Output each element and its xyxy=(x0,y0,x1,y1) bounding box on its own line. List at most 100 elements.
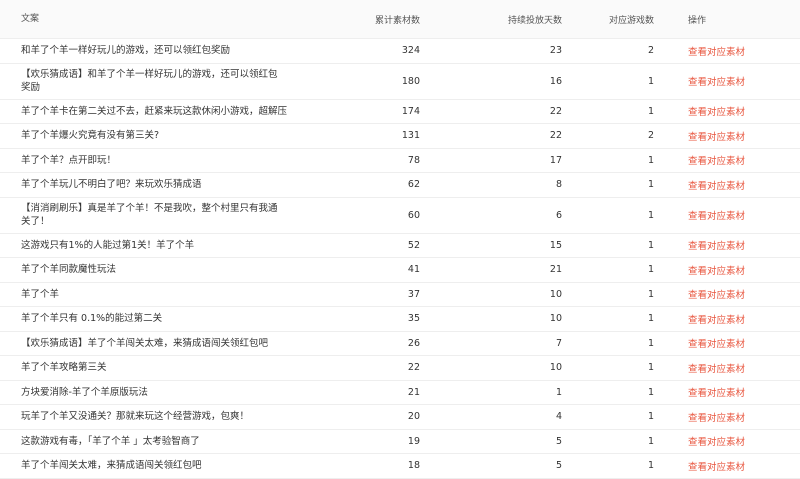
table-row: 这游戏只有1%的人能过第1关！羊了个羊 52 15 1 查看对应素材 xyxy=(0,234,800,258)
header-games[interactable]: 对应游戏数 xyxy=(562,13,654,26)
header-days[interactable]: 持续投放天数 xyxy=(420,13,562,26)
games-count: 1 xyxy=(647,239,654,251)
materials-count: 22 xyxy=(407,362,420,374)
copy-text: 和羊了个羊一样好玩儿的游戏，还可以领红包奖励 xyxy=(21,45,231,57)
days-count: 4 xyxy=(555,411,562,423)
games-count: 1 xyxy=(647,154,654,166)
games-count: 1 xyxy=(647,460,654,472)
materials-count: 37 xyxy=(407,288,420,300)
header-copy[interactable]: 文案 xyxy=(0,13,348,26)
table-row: 【欢乐猜成语】羊了个羊闯关太难，来猜成语闯关领红包吧 26 7 1 查看对应素材 xyxy=(0,332,800,356)
view-materials-link[interactable]: 查看对应素材 xyxy=(688,266,745,277)
copy-text: 方块爱消除-羊了个羊原版玩法 xyxy=(21,386,148,398)
materials-count: 131 xyxy=(401,130,420,142)
days-count: 5 xyxy=(555,460,562,472)
games-count: 1 xyxy=(647,179,654,191)
table-row: 方块爱消除-羊了个羊原版玩法 21 1 1 查看对应素材 xyxy=(0,381,800,405)
table-row: 羊了个羊爆火究竟有没有第三关? 131 22 2 查看对应素材 xyxy=(0,124,800,149)
view-materials-link[interactable]: 查看对应素材 xyxy=(688,77,745,88)
materials-count: 35 xyxy=(407,313,420,325)
copy-text: 【消消刷刷乐】真是羊了个羊！不是我吹，整个村里只有我通关了！ xyxy=(21,203,278,227)
view-materials-link[interactable]: 查看对应素材 xyxy=(688,47,745,58)
header-total-materials[interactable]: 累计素材数 xyxy=(348,13,420,26)
table-row: 玩羊了个羊又没通关？那就来玩这个经营游戏，包爽！ 20 4 1 查看对应素材 xyxy=(0,405,800,430)
copy-text: 羊了个羊只有 0.1%的能过第二关 xyxy=(21,313,163,325)
days-count: 5 xyxy=(555,435,562,447)
copy-text: 玩羊了个羊又没通关？那就来玩这个经营游戏，包爽！ xyxy=(21,411,250,423)
games-count: 1 xyxy=(647,386,654,398)
table-row: 羊了个羊攻略第三关 22 10 1 查看对应素材 xyxy=(0,356,800,381)
table-row: 羊了个羊？点开即玩！ 78 17 1 查看对应素材 xyxy=(0,149,800,173)
materials-count: 19 xyxy=(407,435,420,447)
days-count: 10 xyxy=(549,313,562,325)
view-materials-link[interactable]: 查看对应素材 xyxy=(688,241,745,252)
materials-count: 324 xyxy=(401,45,420,57)
days-count: 6 xyxy=(555,209,562,221)
games-count: 1 xyxy=(647,264,654,276)
view-materials-link[interactable]: 查看对应素材 xyxy=(688,339,745,350)
games-count: 2 xyxy=(647,130,654,142)
games-count: 1 xyxy=(647,105,654,117)
days-count: 22 xyxy=(549,105,562,117)
view-materials-link[interactable]: 查看对应素材 xyxy=(688,462,745,473)
games-count: 1 xyxy=(647,75,654,87)
view-materials-link[interactable]: 查看对应素材 xyxy=(688,315,745,326)
days-count: 7 xyxy=(555,337,562,349)
games-count: 1 xyxy=(647,288,654,300)
view-materials-link[interactable]: 查看对应素材 xyxy=(688,211,745,222)
materials-count: 20 xyxy=(407,411,420,423)
days-count: 22 xyxy=(549,130,562,142)
copy-text: 这款游戏有毒，「羊了个羊 」太考验智商了 xyxy=(21,435,200,447)
view-materials-link[interactable]: 查看对应素材 xyxy=(688,107,745,118)
table-row: 【消消刷刷乐】真是羊了个羊！不是我吹，整个村里只有我通关了！ 60 6 1 查看… xyxy=(0,198,800,234)
copy-text: 羊了个羊同款魔性玩法 xyxy=(21,264,117,276)
games-count: 1 xyxy=(647,337,654,349)
copy-text: 【欢乐猜成语】和羊了个羊一样好玩儿的游戏，还可以领红包奖励 xyxy=(21,69,278,93)
days-count: 23 xyxy=(549,45,562,57)
materials-count: 18 xyxy=(407,460,420,472)
table-row: 羊了个羊卡在第二关过不去，赶紧来玩这款休闲小游戏，超解压 174 22 1 查看… xyxy=(0,100,800,124)
table-row: 羊了个羊 37 10 1 查看对应素材 xyxy=(0,283,800,307)
days-count: 1 xyxy=(555,386,562,398)
materials-table: 文案 累计素材数 持续投放天数 对应游戏数 操作 和羊了个羊一样好玩儿的游戏，还… xyxy=(0,0,800,479)
materials-count: 60 xyxy=(407,209,420,221)
copy-text: 羊了个羊 xyxy=(21,288,60,300)
table-row: 【欢乐猜成语】和羊了个羊一样好玩儿的游戏，还可以领红包奖励 180 16 1 查… xyxy=(0,64,800,100)
copy-text: 羊了个羊攻略第三关 xyxy=(21,362,107,374)
copy-text: 羊了个羊爆火究竟有没有第三关? xyxy=(21,130,160,142)
days-count: 21 xyxy=(549,264,562,276)
view-materials-link[interactable]: 查看对应素材 xyxy=(688,156,745,167)
view-materials-link[interactable]: 查看对应素材 xyxy=(688,290,745,301)
header-action: 操作 xyxy=(688,15,707,26)
days-count: 17 xyxy=(549,154,562,166)
games-count: 1 xyxy=(647,411,654,423)
days-count: 16 xyxy=(549,75,562,87)
table-header: 文案 累计素材数 持续投放天数 对应游戏数 操作 xyxy=(0,0,800,39)
view-materials-link[interactable]: 查看对应素材 xyxy=(688,437,745,448)
days-count: 10 xyxy=(549,362,562,374)
materials-count: 174 xyxy=(401,105,420,117)
view-materials-link[interactable]: 查看对应素材 xyxy=(688,413,745,424)
games-count: 1 xyxy=(647,362,654,374)
days-count: 10 xyxy=(549,288,562,300)
materials-count: 26 xyxy=(407,337,420,349)
days-count: 15 xyxy=(549,239,562,251)
games-count: 1 xyxy=(647,209,654,221)
view-materials-link[interactable]: 查看对应素材 xyxy=(688,388,745,399)
copy-text: 这游戏只有1%的人能过第1关！羊了个羊 xyxy=(21,239,195,251)
materials-count: 62 xyxy=(407,179,420,191)
view-materials-link[interactable]: 查看对应素材 xyxy=(688,132,745,143)
materials-count: 52 xyxy=(407,239,420,251)
table-row: 羊了个羊闯关太难，来猜成语闯关领红包吧 18 5 1 查看对应素材 xyxy=(0,454,800,479)
materials-count: 78 xyxy=(407,154,420,166)
view-materials-link[interactable]: 查看对应素材 xyxy=(688,364,745,375)
materials-count: 180 xyxy=(401,75,420,87)
table-row: 羊了个羊只有 0.1%的能过第二关 35 10 1 查看对应素材 xyxy=(0,307,800,332)
copy-text: 【欢乐猜成语】羊了个羊闯关太难，来猜成语闯关领红包吧 xyxy=(21,337,269,349)
games-count: 1 xyxy=(647,435,654,447)
copy-text: 羊了个羊闯关太难，来猜成语闯关领红包吧 xyxy=(21,460,202,472)
games-count: 2 xyxy=(647,45,654,57)
table-row: 羊了个羊玩儿不明白了吧？来玩欢乐猜成语 62 8 1 查看对应素材 xyxy=(0,173,800,198)
copy-text: 羊了个羊卡在第二关过不去，赶紧来玩这款休闲小游戏，超解压 xyxy=(21,105,288,117)
view-materials-link[interactable]: 查看对应素材 xyxy=(688,181,745,192)
